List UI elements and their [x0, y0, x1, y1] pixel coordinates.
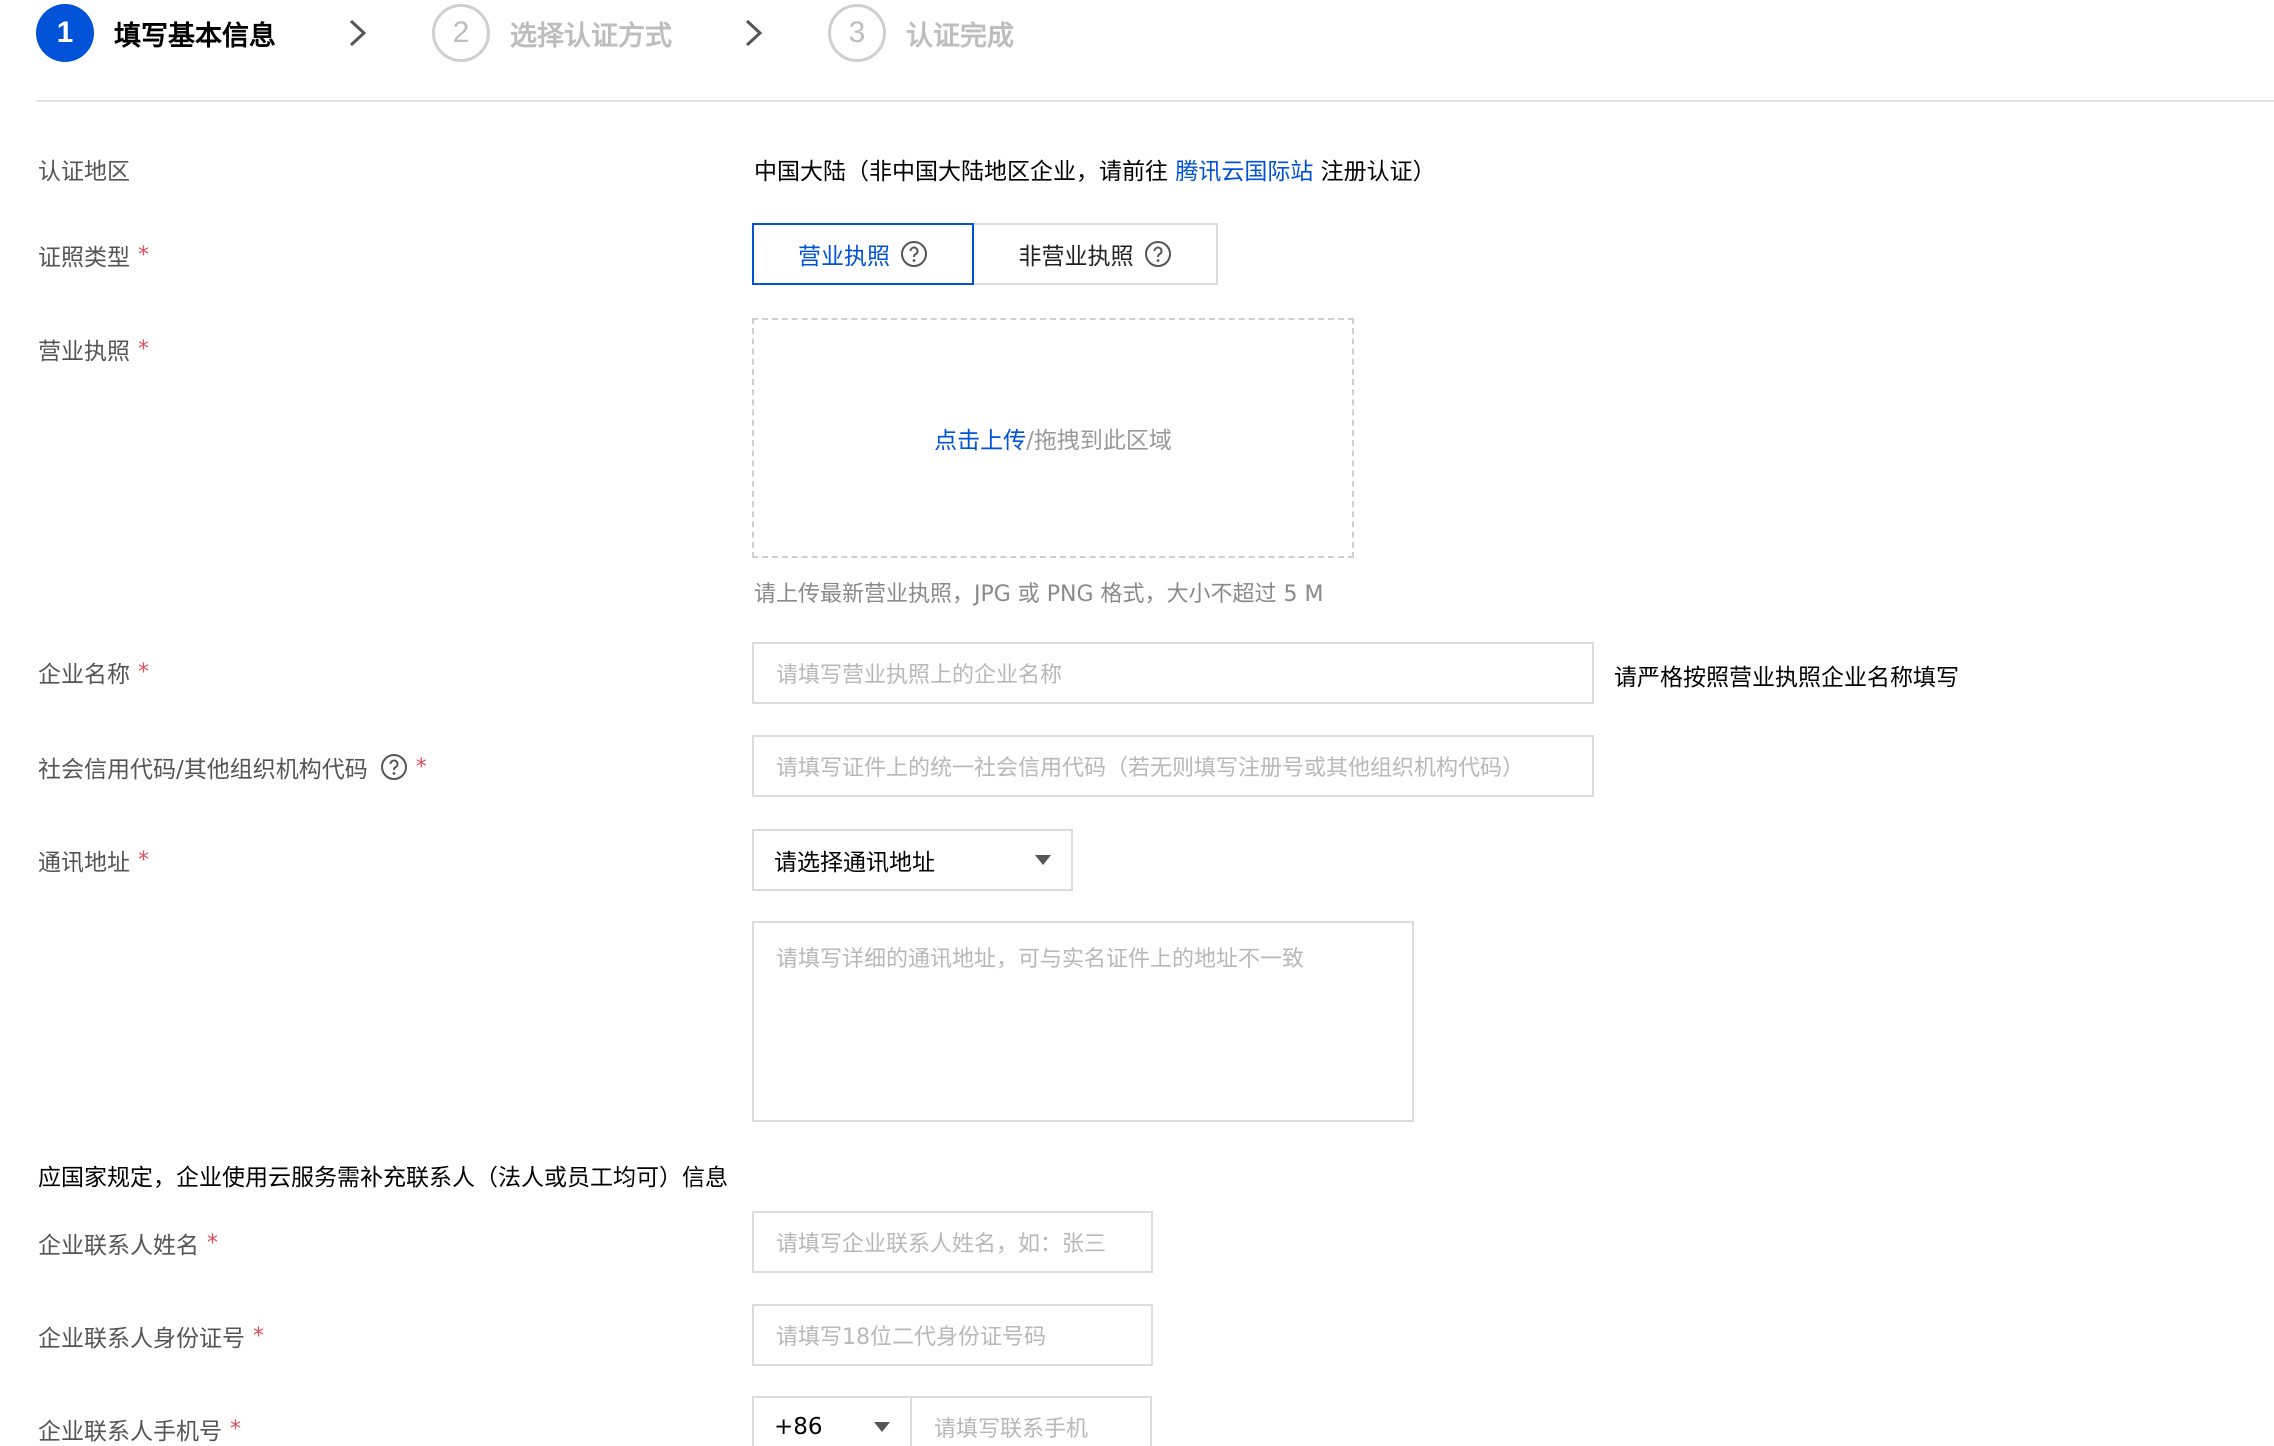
- step-3-number: 3: [828, 4, 886, 62]
- upload-hint: 请上传最新营业执照，JPG 或 PNG 格式，大小不超过 5 M: [754, 582, 1324, 607]
- credit-code-placeholder: 请填写证件上的统一社会信用代码（若无则填写注册号或其他组织机构代码）: [776, 756, 1525, 781]
- contact-section-note: 应国家规定，企业使用云服务需补充联系人（法人或员工均可）信息: [38, 1165, 728, 1191]
- help-icon[interactable]: [1144, 240, 1172, 268]
- license-upload-dropzone[interactable]: 点击上传/拖拽到此区域: [752, 318, 1354, 558]
- chevron-right-icon: [734, 13, 774, 53]
- contact-phone-label: 企业联系人手机号 *: [38, 1412, 241, 1446]
- stepper-divider: [36, 100, 2274, 102]
- caret-down-icon: [874, 1422, 890, 1432]
- step-2: 2 选择认证方式: [432, 4, 672, 62]
- license-upload-label-text: 营业执照: [38, 339, 130, 365]
- option-label: 非营业执照: [1018, 244, 1134, 270]
- address-label-text: 通讯地址: [38, 850, 130, 876]
- region-value-suffix: 注册认证）: [1313, 159, 1436, 185]
- license-type-label: 证照类型 *: [38, 238, 149, 272]
- international-site-link[interactable]: 腾讯云国际站: [1175, 159, 1313, 185]
- address-region-select[interactable]: 请选择通讯地址: [752, 829, 1073, 891]
- credit-code-label-text: 社会信用代码/其他组织机构代码: [38, 757, 368, 783]
- region-label-text: 认证地区: [38, 159, 130, 185]
- contact-id-placeholder: 请填写18位二代身份证号码: [776, 1325, 1046, 1350]
- country-code-value: +86: [774, 1414, 823, 1440]
- credit-code-label: 社会信用代码/其他组织机构代码 *: [38, 750, 427, 784]
- contact-id-label-text: 企业联系人身份证号: [38, 1326, 245, 1352]
- upload-drag-text: /拖拽到此区域: [1026, 428, 1172, 454]
- license-type-option-non-business[interactable]: 非营业执照: [974, 223, 1218, 285]
- contact-id-label: 企业联系人身份证号 *: [38, 1319, 264, 1353]
- caret-down-icon: [1035, 855, 1051, 865]
- address-detail-textarea[interactable]: 请填写详细的通讯地址，可与实名证件上的地址不一致: [752, 921, 1414, 1122]
- step-3-label: 认证完成: [906, 20, 1014, 52]
- step-1-label: 填写基本信息: [114, 20, 276, 52]
- help-icon[interactable]: [900, 240, 928, 268]
- required-mark: *: [253, 1323, 264, 1349]
- license-type-selector: 营业执照 非营业执照: [752, 223, 1218, 285]
- company-name-note: 请严格按照营业执照企业名称填写: [1614, 665, 1959, 691]
- step-3: 3 认证完成: [828, 4, 1014, 62]
- credit-code-input[interactable]: 请填写证件上的统一社会信用代码（若无则填写注册号或其他组织机构代码）: [752, 735, 1594, 797]
- contact-name-label: 企业联系人姓名 *: [38, 1226, 218, 1260]
- license-upload-label: 营业执照 *: [38, 332, 149, 366]
- chevron-right-icon: [338, 13, 378, 53]
- contact-phone-label-text: 企业联系人手机号: [38, 1419, 222, 1445]
- step-2-label: 选择认证方式: [510, 20, 672, 52]
- address-label: 通讯地址 *: [38, 843, 149, 877]
- step-1: 1 填写基本信息: [36, 4, 276, 62]
- company-name-label-text: 企业名称: [38, 662, 130, 688]
- license-type-label-text: 证照类型: [38, 245, 130, 271]
- required-mark: *: [230, 1416, 241, 1442]
- required-mark: *: [138, 336, 149, 362]
- contact-name-label-text: 企业联系人姓名: [38, 1233, 199, 1259]
- contact-phone-placeholder: 请填写联系手机: [934, 1417, 1089, 1442]
- company-name-placeholder: 请填写营业执照上的企业名称: [776, 663, 1063, 688]
- contact-phone-group: +86 请填写联系手机: [752, 1396, 1152, 1446]
- license-type-option-business[interactable]: 营业执照: [752, 223, 974, 285]
- step-2-number: 2: [432, 4, 490, 62]
- region-label: 认证地区: [38, 152, 130, 186]
- option-label: 营业执照: [798, 244, 890, 270]
- region-value-prefix: 中国大陆（非中国大陆地区企业，请前往: [754, 159, 1176, 185]
- region-value: 中国大陆（非中国大陆地区企业，请前往 腾讯云国际站 注册认证）: [754, 152, 1436, 186]
- address-select-value: 请选择通讯地址: [774, 850, 935, 876]
- required-mark: *: [415, 754, 427, 780]
- help-icon[interactable]: [380, 753, 408, 781]
- country-code-select[interactable]: +86: [752, 1396, 912, 1446]
- required-mark: *: [138, 847, 149, 873]
- step-1-number: 1: [36, 4, 94, 62]
- stepper: 1 填写基本信息 2 选择认证方式 3 认证完成: [36, 4, 1014, 62]
- contact-id-input[interactable]: 请填写18位二代身份证号码: [752, 1304, 1153, 1366]
- required-mark: *: [138, 242, 149, 268]
- company-name-input[interactable]: 请填写营业执照上的企业名称: [752, 642, 1594, 704]
- contact-name-input[interactable]: 请填写企业联系人姓名，如：张三: [752, 1211, 1153, 1273]
- company-name-label: 企业名称 *: [38, 655, 149, 689]
- required-mark: *: [138, 659, 149, 685]
- address-detail-placeholder: 请填写详细的通讯地址，可与实名证件上的地址不一致: [776, 947, 1305, 972]
- contact-name-placeholder: 请填写企业联系人姓名，如：张三: [776, 1232, 1107, 1257]
- upload-click-link[interactable]: 点击上传: [934, 421, 1026, 455]
- required-mark: *: [207, 1230, 218, 1256]
- contact-phone-input[interactable]: 请填写联系手机: [912, 1396, 1152, 1446]
